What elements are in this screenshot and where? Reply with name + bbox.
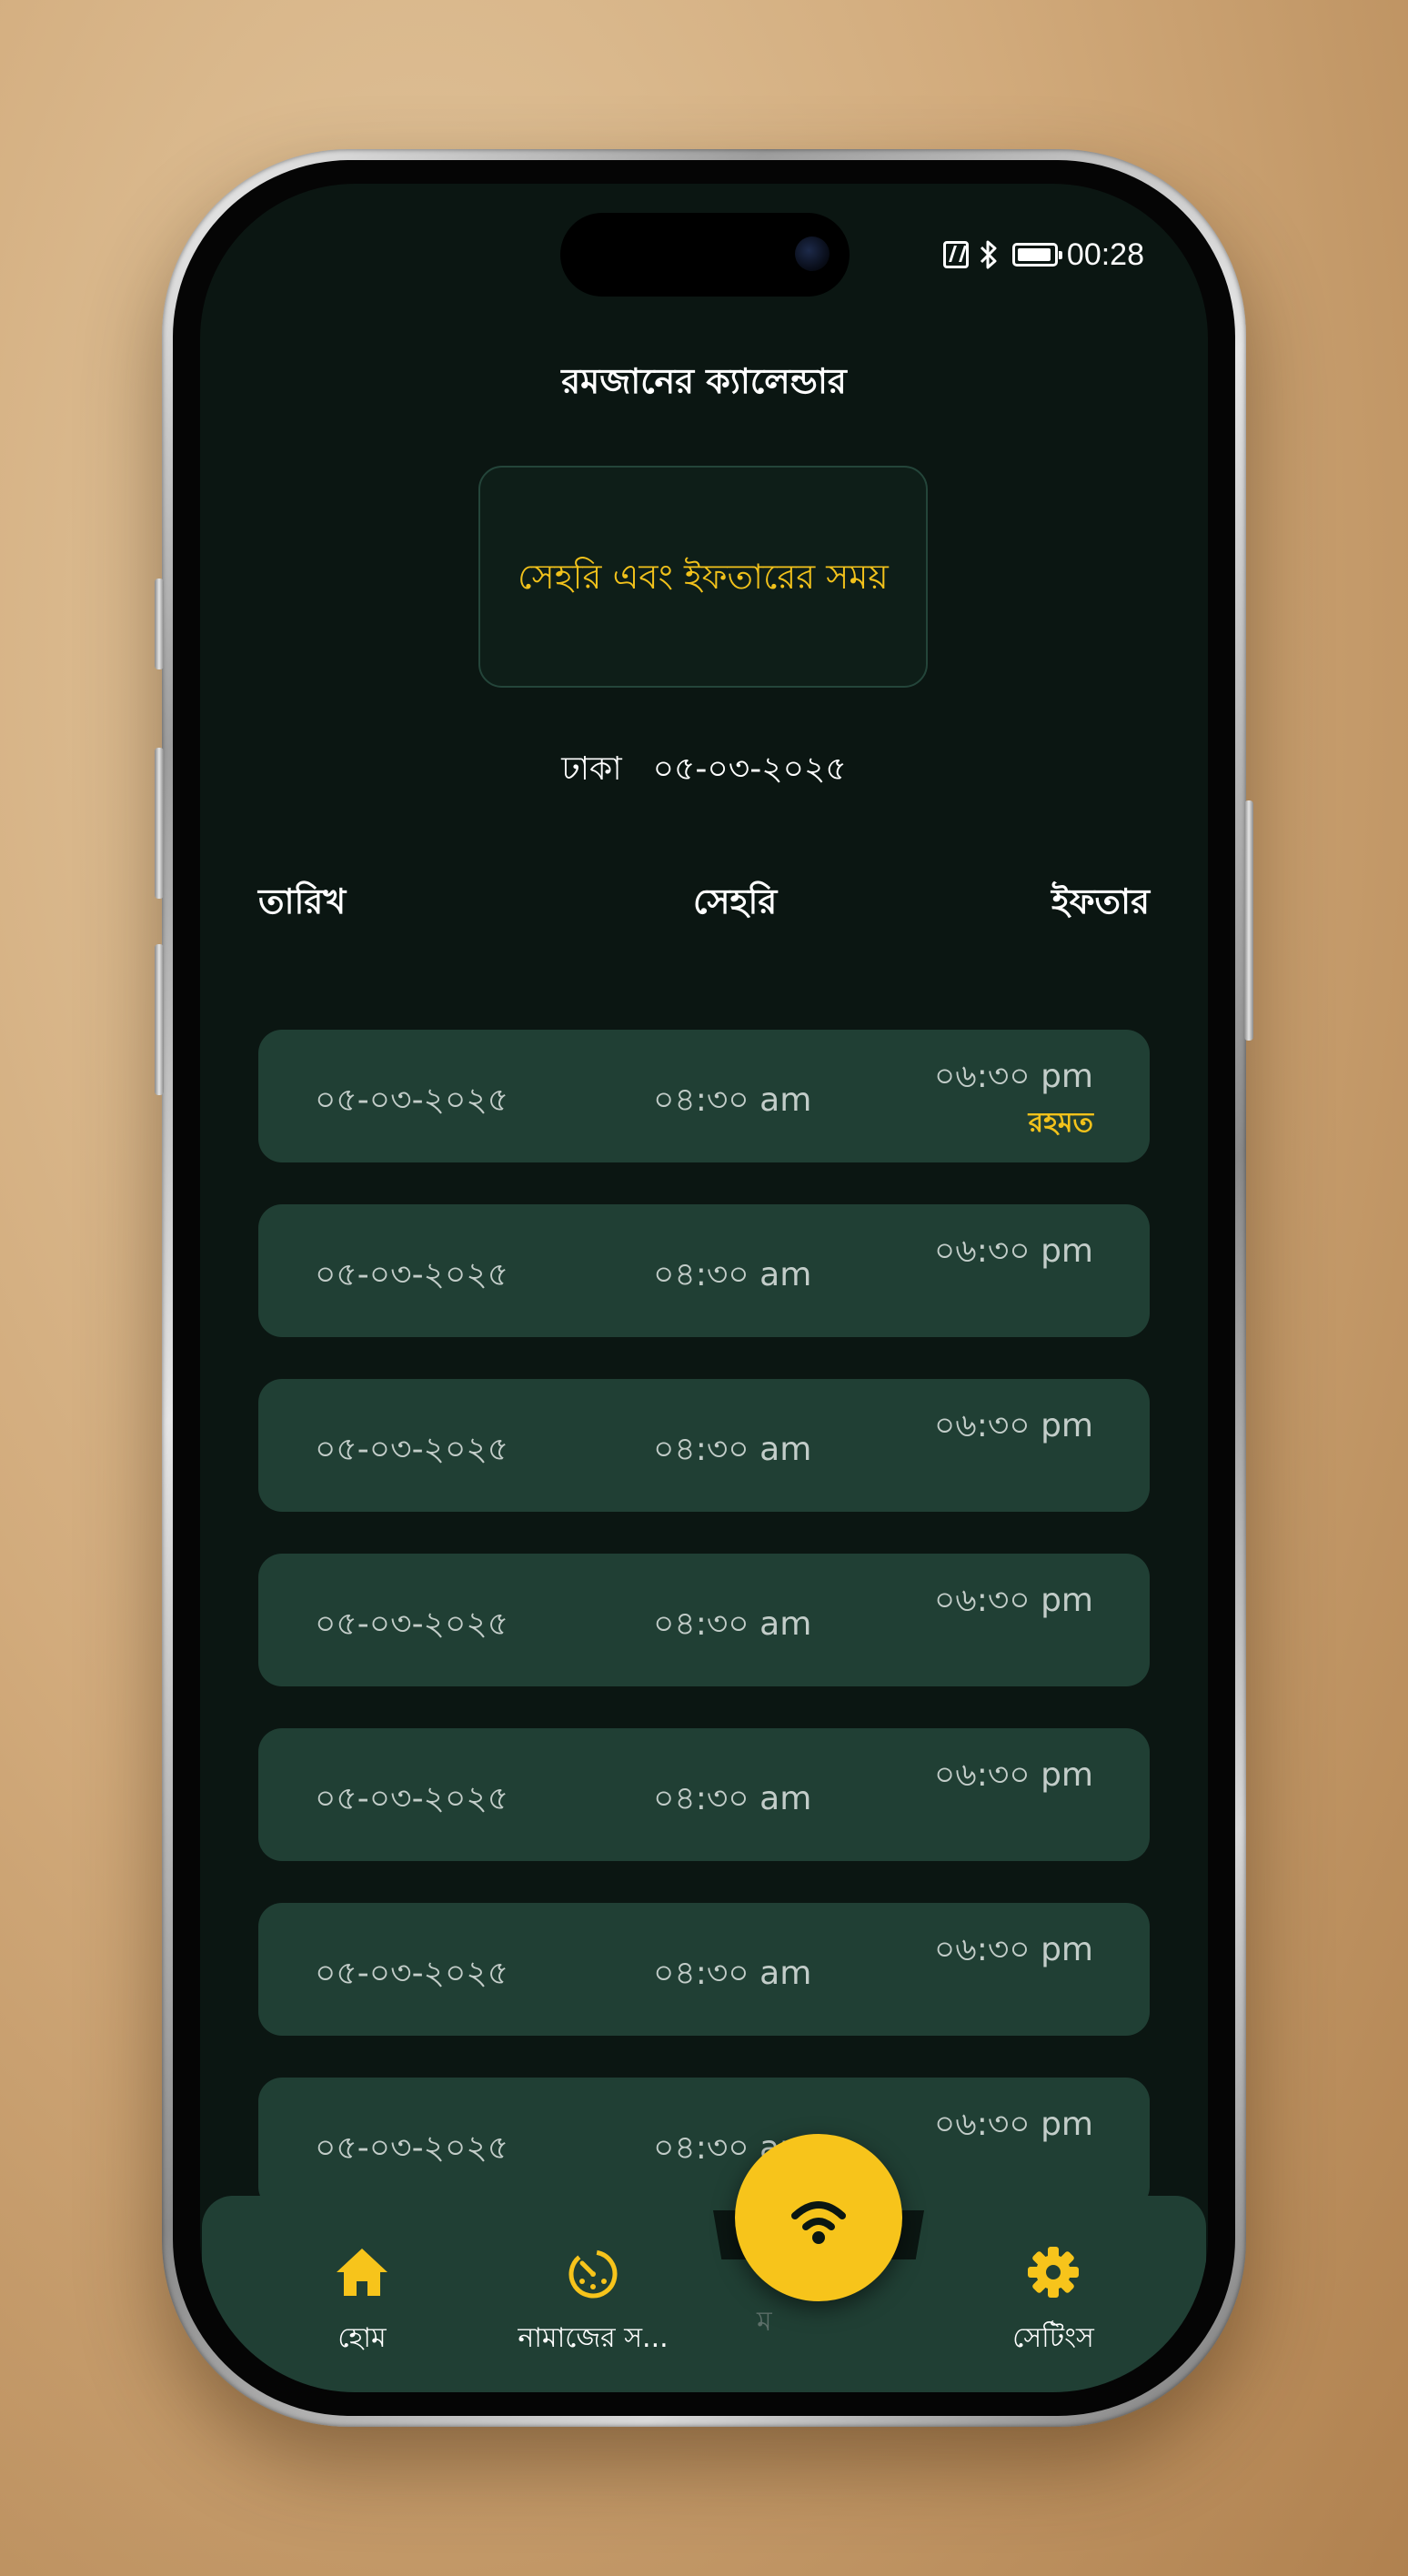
mute-switch (155, 579, 164, 669)
info-card-text: সেহরি এবং ইফতারের সময় (518, 557, 889, 597)
bluetooth-icon (980, 240, 997, 269)
row-date: ০৫-০৩-২০২৫ (315, 1780, 509, 1817)
row-iftar-time: ০৬:৩০ pm (933, 1582, 1093, 1619)
nav-item-settings[interactable]: সেটিংস (953, 2243, 1153, 2362)
row-iftar-time: ০৬:৩০ pm (933, 2106, 1093, 2143)
nav-label-settings: সেটিংস (1012, 2322, 1094, 2354)
location-date: ০৫-০৩-২০২৫ (652, 750, 847, 788)
row-iftar-time: ০৬:৩০ pm (933, 1058, 1093, 1095)
column-header-iftar: ইফতার (1051, 881, 1150, 921)
table-header: তারিখ সেহরি ইফতার (258, 875, 1150, 933)
row-date: ০৫-০৩-২০২৫ (315, 1605, 509, 1643)
camera-icon (795, 236, 830, 271)
volume-down-button (155, 944, 164, 1095)
row-date: ০৫-০৩-২০২৫ (315, 1431, 509, 1468)
row-date: ০৫-০৩-২০২৫ (315, 1082, 509, 1119)
row-sehri-time: ০৪:৩০ am (653, 1256, 812, 1293)
nfc-icon (942, 241, 969, 268)
table-row[interactable]: ০৫-০৩-২০২৫ ০৪:৩০ am ০৬:৩০ pm (258, 2078, 1150, 2210)
location-city: ঢাকা (561, 750, 622, 788)
info-card: সেহরি এবং ইফতারের সময় (478, 466, 928, 688)
prayer-timer-icon (568, 2249, 618, 2299)
calendar-list: ০৫-০৩-২০২৫ ০৪:৩০ am ০৬:৩০ pm রহমত ০৫-০৩-… (258, 1030, 1150, 2252)
status-bar: 00:28 (942, 235, 1144, 275)
table-row[interactable]: ০৫-০৩-২০২৫ ০৪:৩০ am ০৬:৩০ pm রহমত (258, 1030, 1150, 1162)
volume-up-button (155, 748, 164, 899)
row-iftar-time: ০৬:৩০ pm (933, 1407, 1093, 1444)
row-date: ০৫-০৩-২০২৫ (315, 1256, 509, 1293)
table-row[interactable]: ০৫-০৩-২০২৫ ০৪:৩০ am ০৬:৩০ pm (258, 1379, 1150, 1512)
row-sehri-time: ০৪:৩০ am (653, 1955, 812, 1992)
power-button (1244, 800, 1253, 1041)
page-title: রমজানের ক্যালেন্ডার (561, 361, 847, 401)
column-header-date: তারিখ (258, 881, 347, 921)
phone-screen: 00:28 রমজানের ক্যালেন্ডার সেহরি এবং ইফতা… (200, 184, 1208, 2392)
row-date: ০৫-০৩-২০২৫ (315, 2129, 509, 2167)
battery-icon (1011, 243, 1062, 267)
row-sehri-time: ০৪:৩০ am (653, 1431, 812, 1468)
row-iftar-time: ০৬:৩০ pm (933, 1931, 1093, 1968)
column-header-sehri: সেহরি (693, 881, 778, 921)
table-row[interactable]: ০৫-০৩-২০২৫ ০৪:৩০ am ০৬:৩০ pm (258, 1728, 1150, 1861)
table-row[interactable]: ০৫-০৩-২০২৫ ০৪:৩০ am ০৬:৩০ pm (258, 1204, 1150, 1337)
nav-item-home[interactable]: হোম (262, 2243, 462, 2362)
ramadan-fab-button[interactable] (735, 2134, 902, 2301)
row-period-tag: রহমত (1028, 1107, 1093, 1139)
home-icon (337, 2249, 387, 2296)
row-date: ০৫-০৩-২০২৫ (315, 1955, 509, 1992)
status-time: 00:28 (1066, 236, 1144, 272)
nav-item-prayer-times[interactable]: নামাজের স... (493, 2243, 693, 2362)
dynamic-island (560, 213, 850, 297)
row-sehri-time: ০৪:৩০ am (653, 1780, 812, 1817)
row-sehri-time: ০৪:৩০ am (653, 1082, 812, 1119)
gear-icon (1028, 2247, 1079, 2298)
nav-label-hidden-fragment: ম (757, 2306, 772, 2338)
location-row: ঢাকা ০৫-০৩-২০২৫ (200, 744, 1208, 799)
row-iftar-time: ০৬:৩০ pm (933, 1233, 1093, 1270)
row-iftar-time: ০৬:৩০ pm (933, 1756, 1093, 1794)
nav-label-home: হোম (337, 2322, 387, 2354)
row-sehri-time: ০৪:৩০ am (653, 1605, 812, 1643)
nav-label-prayer-times: নামাজের স... (518, 2322, 669, 2354)
table-row[interactable]: ০৫-০৩-২০২৫ ০৪:৩০ am ০৬:৩০ pm (258, 1554, 1150, 1686)
table-row[interactable]: ০৫-০৩-২০২৫ ০৪:৩০ am ০৬:৩০ pm (258, 1903, 1150, 2036)
ramadan-signal-icon (791, 2201, 846, 2244)
